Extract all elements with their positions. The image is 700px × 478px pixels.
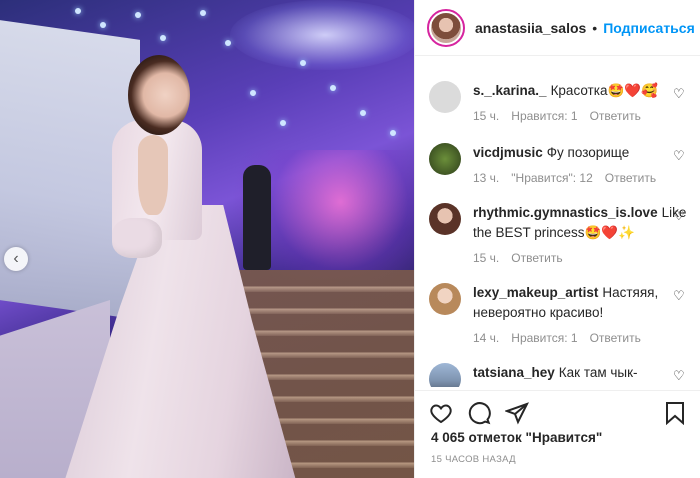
- comment-username[interactable]: s._.karina._: [473, 83, 547, 98]
- comment-age[interactable]: 15 ч.: [473, 251, 499, 265]
- author-avatar[interactable]: [427, 8, 465, 47]
- avatar[interactable]: [429, 81, 461, 113]
- likes-count[interactable]: 4 065 отметок "Нравится": [431, 430, 602, 445]
- follow-button[interactable]: Подписаться: [603, 20, 695, 36]
- reply-button[interactable]: Ответить: [511, 251, 562, 265]
- comment-text: Фу позорище: [546, 145, 630, 160]
- comment-item: lexy_makeup_artist Настяяя, невероятно кр…: [415, 283, 700, 345]
- heart-icon[interactable]: [427, 399, 455, 427]
- comment-age[interactable]: 14 ч.: [473, 331, 499, 345]
- bookmark-icon[interactable]: [661, 399, 689, 427]
- comment-likes[interactable]: "Нравится": 12: [511, 171, 593, 185]
- comment-item: vicdjmusic Фу позорище 13 ч. "Нравится": 1…: [415, 143, 700, 185]
- avatar[interactable]: [429, 283, 461, 315]
- post-photo[interactable]: ‹: [0, 0, 414, 478]
- comment-username[interactable]: lexy_makeup_artist: [473, 285, 598, 300]
- avatar[interactable]: [429, 203, 461, 235]
- girl-head: [128, 55, 190, 135]
- comment-username[interactable]: vicdjmusic: [473, 145, 543, 160]
- comment-item: s._.karina._ Красотка🤩❤️🥰 15 ч. Нравится: …: [415, 81, 700, 123]
- chevron-left-icon[interactable]: ‹: [4, 247, 28, 271]
- heart-icon[interactable]: ♡: [673, 289, 687, 303]
- reply-button[interactable]: Ответить: [605, 171, 656, 185]
- avatar[interactable]: [429, 143, 461, 175]
- heart-icon[interactable]: ♡: [673, 87, 687, 101]
- heart-icon[interactable]: ♡: [673, 149, 687, 163]
- dress-bow: [112, 218, 162, 258]
- reply-button[interactable]: Ответить: [590, 109, 641, 123]
- separator-dot: •: [592, 19, 598, 36]
- comment-item: rhythmic.gymnastics_is.love Like the BEST…: [415, 203, 700, 265]
- reply-button[interactable]: Ответить: [590, 331, 641, 345]
- post-sidebar: anastasiia_salos • Подписаться s._.karin…: [414, 0, 700, 478]
- post-timestamp[interactable]: 15 ЧАСОВ НАЗАД: [431, 454, 516, 465]
- bare-back: [138, 135, 168, 215]
- comment-likes[interactable]: Нравится: 1: [511, 109, 577, 123]
- avatar[interactable]: [429, 363, 461, 387]
- comment-item: tatsiana_heyКак там чык-чырык? ♡: [415, 363, 700, 387]
- comment-likes[interactable]: Нравится: 1: [511, 331, 577, 345]
- share-icon[interactable]: [503, 399, 531, 427]
- post-header: anastasiia_salos • Подписаться: [415, 0, 700, 56]
- chandelier: [230, 0, 414, 70]
- post-actions: [415, 390, 700, 434]
- comment-text: Красотка🤩❤️🥰: [550, 83, 658, 98]
- author-username[interactable]: anastasiia_salos: [475, 20, 586, 36]
- comment-age[interactable]: 15 ч.: [473, 109, 499, 123]
- comment-username[interactable]: rhythmic.gymnastics_is.love: [473, 205, 658, 220]
- heart-icon[interactable]: ♡: [673, 209, 687, 223]
- heart-icon[interactable]: ♡: [673, 369, 687, 383]
- comment-icon[interactable]: [465, 399, 493, 427]
- comments-list: s._.karina._ Красотка🤩❤️🥰 15 ч. Нравится: …: [415, 57, 700, 387]
- comment-username[interactable]: tatsiana_hey: [473, 365, 555, 380]
- comment-age[interactable]: 13 ч.: [473, 171, 499, 185]
- background-person: [243, 165, 271, 270]
